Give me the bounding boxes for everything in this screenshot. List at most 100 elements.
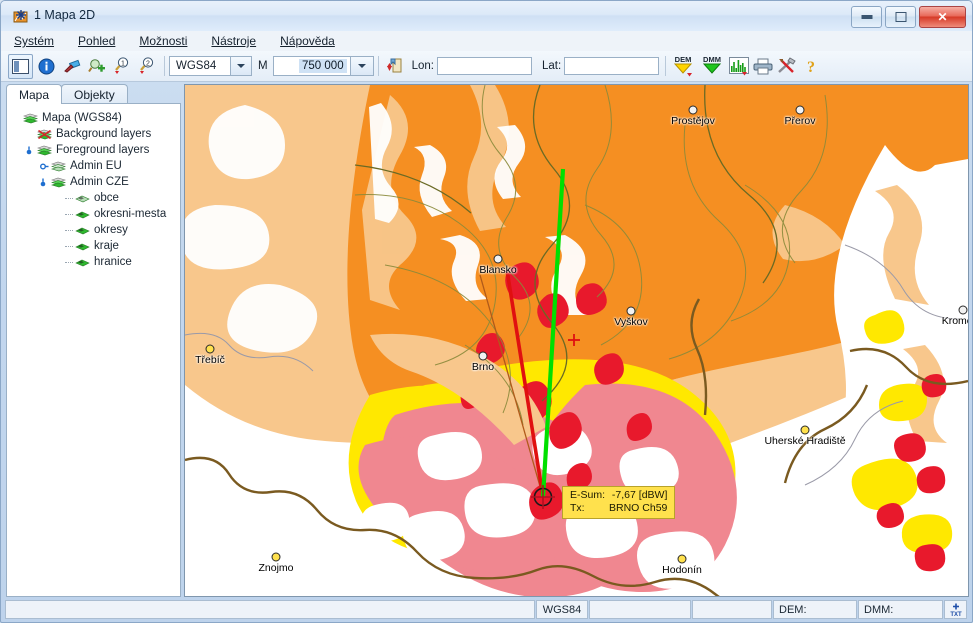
city-marker xyxy=(493,254,503,264)
tree-node-label: Foreground layers xyxy=(56,144,150,156)
city-marker xyxy=(271,552,281,562)
map-canvas[interactable]: ProstějovPřerovBlanskoKroměřížVyškovZlín… xyxy=(184,84,969,597)
minimize-button[interactable] xyxy=(851,6,882,28)
svg-text:2: 2 xyxy=(146,61,150,68)
dem-icon[interactable]: DEM xyxy=(670,55,696,78)
city-label: Kroměříž xyxy=(941,315,968,327)
txt-add-icon[interactable]: TXT xyxy=(944,600,967,619)
layers-pale-icon xyxy=(50,161,67,172)
panel-toggle-icon[interactable] xyxy=(8,53,33,79)
menu-napoveda-label: Nápověda xyxy=(280,34,335,48)
tree-node-okresni-mesta[interactable]: okresni-mesta xyxy=(12,206,180,222)
tree-node-label: Background layers xyxy=(56,128,152,140)
datum-value: WGS84 xyxy=(176,60,217,72)
help-icon[interactable]: ? xyxy=(800,55,822,78)
tree-expander-collapsed[interactable] xyxy=(40,162,49,171)
status-dmm: DMM: xyxy=(858,600,943,619)
tooltip-esum-label: E-Sum: xyxy=(570,489,606,501)
datum-combo-arrow[interactable] xyxy=(231,56,252,76)
datum-combo[interactable]: WGS84 xyxy=(169,56,231,76)
toolbar-separator xyxy=(164,56,165,76)
zoom-add-icon[interactable] xyxy=(85,55,108,78)
menu-napoveda[interactable]: Nápověda xyxy=(277,33,338,49)
tree-node-mapa-wgs84[interactable]: Mapa (WGS84) xyxy=(12,110,180,126)
lon-input[interactable] xyxy=(436,57,532,75)
svg-text:?: ? xyxy=(807,59,815,75)
sidebar-tabs: Mapa Objekty xyxy=(6,84,128,104)
tooltip-tx-label: Tx: xyxy=(570,502,585,514)
tree-node-label: hranice xyxy=(94,256,132,268)
tree-node-label: okresni-mesta xyxy=(94,208,167,220)
tab-mapa-label: Mapa xyxy=(19,87,50,102)
tooltip-esum-value: -7,67 [dBW] xyxy=(611,489,668,501)
menu-pohled[interactable]: Pohled xyxy=(75,33,118,49)
tree-node-kraje[interactable]: kraje xyxy=(12,238,180,254)
chart-icon[interactable] xyxy=(728,55,750,78)
tree-node-hranice[interactable]: hranice xyxy=(12,254,180,270)
city-label: Brno xyxy=(471,361,495,373)
tree-node-admin-cze[interactable]: Admin CZE xyxy=(12,174,180,190)
tree-leaf-marker xyxy=(54,242,63,251)
close-button[interactable]: ✕ xyxy=(919,6,966,28)
toolbar-separator xyxy=(665,56,667,76)
zoom-2-icon[interactable]: 2 xyxy=(135,55,158,78)
menu-bar: Systém Pohled Možnosti Nástroje Nápověda xyxy=(1,31,972,51)
lat-label: Lat: xyxy=(541,60,562,72)
city-label: Znojmo xyxy=(258,562,294,574)
menu-system[interactable]: Systém xyxy=(11,33,57,49)
menu-system-label: Systém xyxy=(14,34,55,48)
city-marker xyxy=(626,306,636,316)
tree-leaf-marker xyxy=(54,258,63,267)
layers-icon xyxy=(22,113,39,124)
tab-mapa[interactable]: Mapa xyxy=(6,84,63,104)
tab-objekty[interactable]: Objekty xyxy=(61,84,128,104)
menu-moznosti[interactable]: Možnosti xyxy=(136,33,190,49)
tree-node-obce[interactable]: obce xyxy=(12,190,180,206)
scale-value: 750 000 xyxy=(299,59,347,73)
print-icon[interactable] xyxy=(752,55,774,78)
tree-leaf-marker xyxy=(54,210,63,219)
city-label: Vyškov xyxy=(614,316,648,328)
tree-node-admin-eu[interactable]: Admin EU xyxy=(12,158,180,174)
tree-connector xyxy=(65,197,73,199)
svg-text:DMM: DMM xyxy=(703,55,721,64)
eraser-icon[interactable] xyxy=(60,55,83,78)
window-title: 1 Mapa 2D xyxy=(34,8,96,22)
tree-expander-expanded[interactable] xyxy=(26,146,35,155)
lat-input[interactable] xyxy=(564,57,660,75)
tree-leaf-marker xyxy=(54,194,63,203)
svg-text:1: 1 xyxy=(121,61,125,68)
info-icon[interactable] xyxy=(35,55,58,78)
city-marker xyxy=(795,105,805,115)
tree-leaf-marker xyxy=(12,114,21,123)
tree-node-label: okresy xyxy=(94,224,128,236)
chevron-down-icon xyxy=(357,64,366,68)
menu-moznosti-label: Možnosti xyxy=(139,34,188,48)
layer-tree[interactable]: Mapa (WGS84) Background layers Foreground … xyxy=(6,103,181,597)
scale-dropdown-arrow[interactable] xyxy=(350,56,374,76)
city-marker xyxy=(478,351,488,361)
tree-expander-expanded[interactable] xyxy=(40,178,49,187)
scale-input[interactable]: 750 000 xyxy=(272,56,351,76)
menu-pohled-label: Pohled xyxy=(78,34,116,48)
map-coverage-render xyxy=(185,85,968,596)
status-bar: WGS84 DEM: DMM: TXT xyxy=(5,600,968,619)
layer-icon xyxy=(75,257,90,268)
tree-node-foreground-layers[interactable]: Foreground layers xyxy=(12,142,180,158)
tree-connector xyxy=(65,245,73,247)
status-dem: DEM: xyxy=(773,600,857,619)
dmm-icon[interactable]: DMM xyxy=(698,55,726,78)
menu-nastroje-label: Nástroje xyxy=(211,34,257,48)
layer-icon xyxy=(75,241,90,252)
lon-label: Lon: xyxy=(411,60,434,72)
bookmark-icon[interactable] xyxy=(383,55,406,78)
tree-connector xyxy=(65,261,73,263)
maximize-button[interactable] xyxy=(885,6,916,28)
tab-objekty-label: Objekty xyxy=(74,87,115,102)
tree-node-background-layers[interactable]: Background layers xyxy=(12,126,180,142)
tools-icon[interactable] xyxy=(776,55,798,78)
tree-node-okresy[interactable]: okresy xyxy=(12,222,180,238)
tree-connector xyxy=(65,213,73,215)
zoom-1-icon[interactable]: 1 xyxy=(110,55,133,78)
menu-nastroje[interactable]: Nástroje xyxy=(208,33,259,49)
